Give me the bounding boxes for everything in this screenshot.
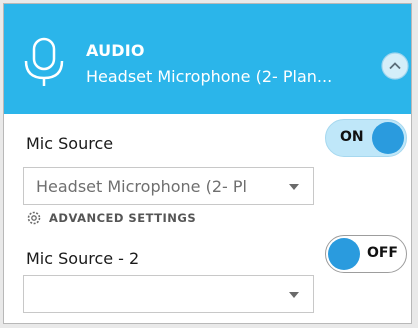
mic-source-label: Mic Source (26, 134, 114, 153)
mic-source-dropdown-value: Headset Microphone (2- Pl (36, 177, 247, 196)
selected-device-label: Headset Microphone (2- Plan... (86, 67, 333, 86)
microphone-icon (24, 37, 64, 86)
toggle-knob (372, 122, 404, 154)
mic-source-2-toggle-state: OFF (366, 245, 398, 261)
chevron-down-icon (289, 184, 299, 190)
chevron-down-icon (289, 292, 299, 298)
mic-source-2-label: Mic Source - 2 (26, 249, 140, 268)
mic-source-dropdown[interactable]: Headset Microphone (2- Pl (23, 167, 314, 205)
advanced-settings-label: ADVANCED SETTINGS (49, 211, 197, 225)
mic-source-2-dropdown[interactable] (23, 275, 314, 313)
mic-source-2-toggle[interactable]: OFF (325, 235, 407, 273)
mic-source-toggle-state: ON (340, 129, 364, 145)
toggle-knob (328, 238, 360, 270)
mic-source-toggle[interactable]: ON (325, 119, 407, 157)
collapse-button[interactable] (379, 50, 411, 82)
audio-panel: AUDIO Headset Microphone (2- Plan... Mic… (3, 3, 412, 324)
audio-title: AUDIO (86, 41, 145, 60)
audio-header: AUDIO Headset Microphone (2- Plan... (4, 4, 411, 114)
gear-icon (27, 211, 41, 225)
